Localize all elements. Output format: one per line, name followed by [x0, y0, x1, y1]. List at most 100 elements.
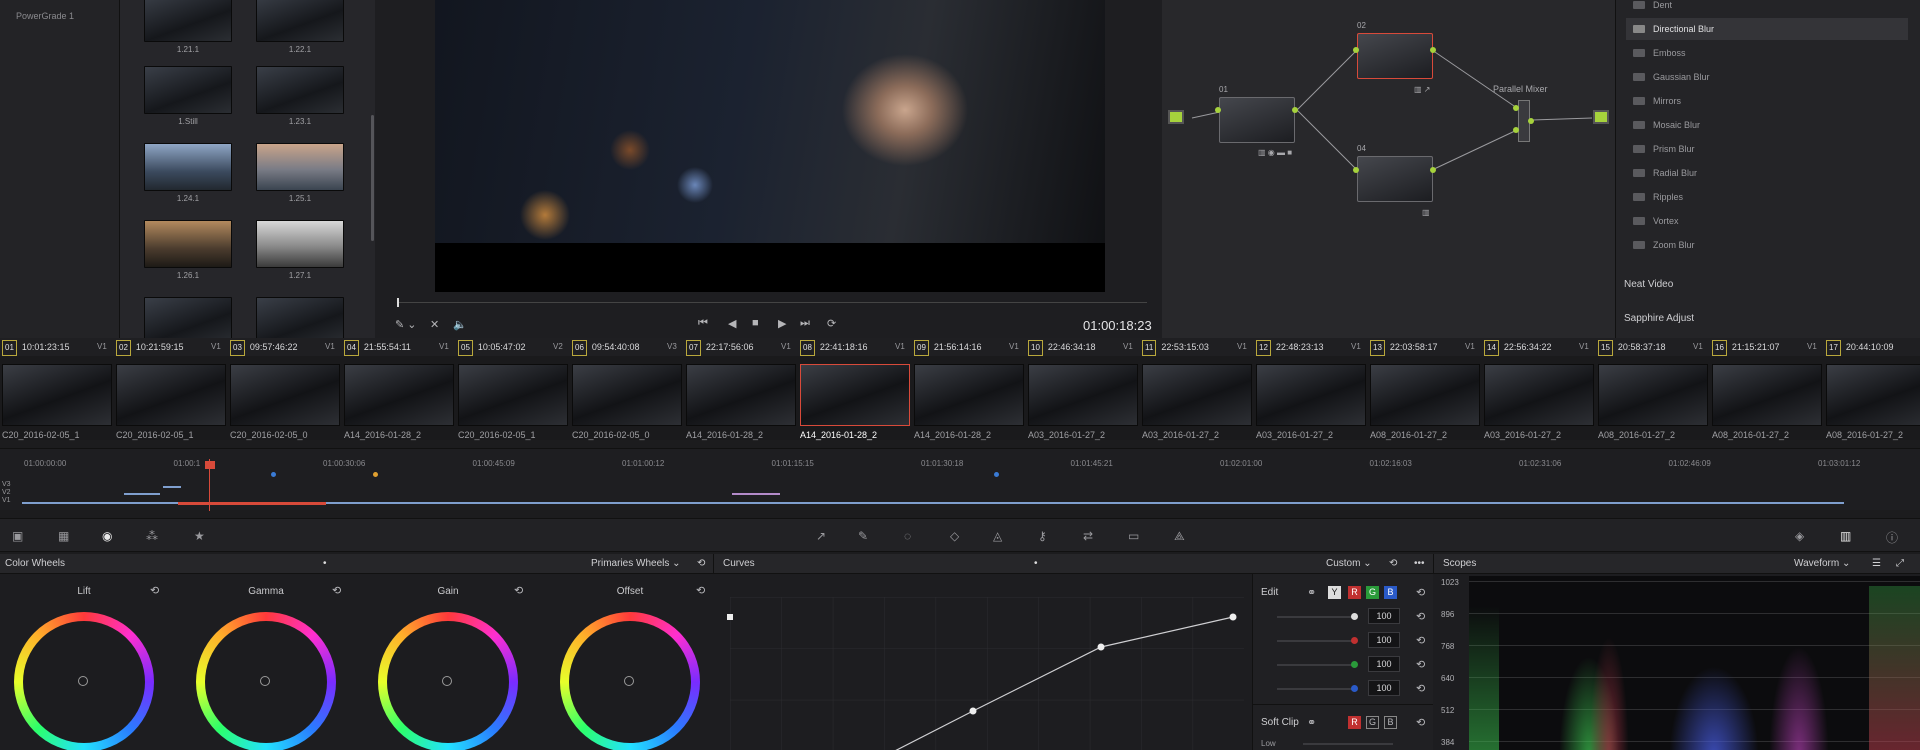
- lift-wheel[interactable]: [14, 612, 154, 750]
- clip-thumbnail[interactable]: [458, 364, 568, 426]
- powergrade-item[interactable]: PowerGrade 1: [16, 11, 74, 21]
- rgb-mixer-icon[interactable]: ⁂: [146, 529, 158, 543]
- fx-item[interactable]: Radial Blur: [1626, 162, 1908, 184]
- node-output[interactable]: [1593, 110, 1609, 124]
- warp-icon[interactable]: ⟁: [1174, 529, 1185, 544]
- clip-thumbnail[interactable]: [116, 364, 226, 426]
- mini-timeline[interactable]: V3 V2 V1 01:00:00:00 01:00:1 01:00:30:06 01…: [0, 448, 1920, 511]
- wheels-mode-dropdown[interactable]: Primaries Wheels ⌄: [591, 554, 681, 574]
- intensity-row-r[interactable]: 100: [1265, 632, 1425, 650]
- clip-header[interactable]: 14 22:56:34:22 V1: [1484, 340, 1598, 356]
- clip-header[interactable]: 03 09:57:46:22 V1: [230, 340, 344, 356]
- reset-icon[interactable]: ⟲: [1416, 682, 1425, 695]
- clip-header[interactable]: 06 09:54:40:08 V3: [572, 340, 686, 356]
- reset-icon[interactable]: ⟲: [1416, 716, 1425, 729]
- node-02[interactable]: [1357, 33, 1433, 79]
- color-match-icon[interactable]: ▦: [58, 529, 69, 543]
- reset-icon[interactable]: ⟲: [697, 554, 705, 574]
- clip-header[interactable]: 05 10:05:47:02 V2: [458, 340, 572, 356]
- reset-icon[interactable]: ⟲: [1416, 658, 1425, 671]
- channel-b[interactable]: B: [1384, 586, 1397, 599]
- still-thumb[interactable]: 1.23.1: [256, 66, 344, 126]
- camera-raw-icon[interactable]: ▣: [12, 529, 23, 543]
- expand-icon[interactable]: ⤢: [1896, 554, 1904, 574]
- gamma-wheel[interactable]: [196, 612, 336, 750]
- still-thumb[interactable]: 1.24.1: [144, 143, 232, 203]
- play-icon[interactable]: ▶: [778, 317, 786, 330]
- reset-icon[interactable]: ⟲: [1416, 586, 1425, 599]
- clip-header[interactable]: 10 22:46:34:18 V1: [1028, 340, 1142, 356]
- 3d-icon[interactable]: ▭: [1128, 529, 1139, 543]
- link-icon[interactable]: ⚭: [1307, 586, 1316, 599]
- intensity-row-g[interactable]: 100: [1265, 656, 1425, 674]
- still-thumb[interactable]: 1.26.1: [144, 220, 232, 280]
- node-input[interactable]: [1168, 110, 1184, 124]
- blur-icon[interactable]: ◬: [993, 529, 1002, 543]
- clip-header[interactable]: 13 22:03:58:17 V1: [1370, 340, 1484, 356]
- curves-mode-dropdown[interactable]: Custom ⌄: [1326, 554, 1372, 574]
- clip-thumbnail[interactable]: [1256, 364, 1366, 426]
- clip-header[interactable]: 16 21:15:21:07 V1: [1712, 340, 1826, 356]
- lightbox-icon[interactable]: ◈: [1795, 529, 1804, 543]
- clip-header[interactable]: 08 22:41:18:16 V1: [800, 340, 914, 356]
- skip-back-icon[interactable]: ⏮: [698, 317, 708, 330]
- intensity-row-y[interactable]: 100: [1265, 608, 1425, 626]
- fx-item-selected[interactable]: Directional Blur: [1626, 18, 1908, 40]
- stop-icon[interactable]: ■: [752, 317, 759, 329]
- clip-header[interactable]: 02 10:21:59:15 V1: [116, 340, 230, 356]
- channel-r[interactable]: R: [1348, 586, 1361, 599]
- curve-graph[interactable]: [713, 574, 1252, 750]
- tracker-icon[interactable]: ◇: [950, 529, 959, 543]
- clip-thumbnail[interactable]: [1142, 364, 1252, 426]
- scopes-icon[interactable]: ▥: [1840, 529, 1851, 543]
- fx-group-sapphire-adjust[interactable]: Sapphire Adjust: [1624, 313, 1694, 324]
- clip-thumbnail[interactable]: [230, 364, 340, 426]
- clip-thumbnail[interactable]: [1712, 364, 1822, 426]
- softclip-channel-g[interactable]: G: [1366, 716, 1379, 729]
- channel-g[interactable]: G: [1366, 586, 1379, 599]
- clip-header[interactable]: 11 22:53:15:03 V1: [1142, 340, 1256, 356]
- gain-wheel[interactable]: [378, 612, 518, 750]
- fx-item[interactable]: Dent: [1626, 0, 1908, 16]
- stills-scrollbar[interactable]: [371, 115, 374, 241]
- offset-wheel[interactable]: [560, 612, 700, 750]
- marker-orange[interactable]: [373, 472, 378, 477]
- clip-thumbnail[interactable]: [344, 364, 454, 426]
- play-reverse-icon[interactable]: ◀: [728, 317, 736, 330]
- fx-item[interactable]: Prism Blur: [1626, 138, 1908, 160]
- reset-icon[interactable]: ⟲: [150, 584, 159, 597]
- clip-header[interactable]: 01 10:01:23:15 V1: [2, 340, 116, 356]
- clip-header[interactable]: 04 21:55:54:11 V1: [344, 340, 458, 356]
- clip-thumbnail[interactable]: [800, 364, 910, 426]
- sizing-icon[interactable]: ⇄: [1083, 529, 1093, 543]
- skip-forward-icon[interactable]: ⏭: [800, 317, 810, 330]
- scope-mode-dropdown[interactable]: Waveform ⌄: [1794, 554, 1850, 574]
- still-thumb[interactable]: 1.Still: [144, 66, 232, 126]
- playhead-handle[interactable]: [205, 461, 215, 469]
- fx-group-neat-video[interactable]: Neat Video: [1624, 279, 1673, 290]
- clip-thumbnail[interactable]: [1826, 364, 1920, 426]
- qualifier-icon[interactable]: ✎: [858, 529, 868, 543]
- still-thumb[interactable]: 1.27.1: [256, 220, 344, 280]
- loop-icon[interactable]: ⟳: [827, 317, 836, 330]
- marker-blue[interactable]: [994, 472, 999, 477]
- fx-item[interactable]: Emboss: [1626, 42, 1908, 64]
- link-icon[interactable]: ⚭: [1307, 716, 1316, 729]
- viewer-image[interactable]: [435, 0, 1105, 292]
- still-thumb[interactable]: 1.21.1: [144, 0, 232, 54]
- intensity-row-b[interactable]: 100: [1265, 680, 1425, 698]
- viewer-scrubber[interactable]: [397, 302, 1147, 303]
- reset-icon[interactable]: ⟲: [696, 584, 705, 597]
- clip-thumbnail[interactable]: [914, 364, 1024, 426]
- key-icon[interactable]: ⚷: [1038, 529, 1047, 543]
- clip-thumbnail[interactable]: [1028, 364, 1138, 426]
- clip-thumbnail[interactable]: [686, 364, 796, 426]
- clip-thumbnail[interactable]: [1598, 364, 1708, 426]
- fx-item[interactable]: Zoom Blur: [1626, 234, 1908, 256]
- more-icon[interactable]: •••: [1414, 554, 1425, 574]
- clip-header[interactable]: 17 20:44:10:09: [1826, 340, 1920, 356]
- window-icon[interactable]: ◌: [904, 529, 911, 543]
- info-icon[interactable]: ⓘ: [1886, 529, 1898, 546]
- node-04[interactable]: [1357, 156, 1433, 202]
- page-dot[interactable]: •: [323, 554, 327, 574]
